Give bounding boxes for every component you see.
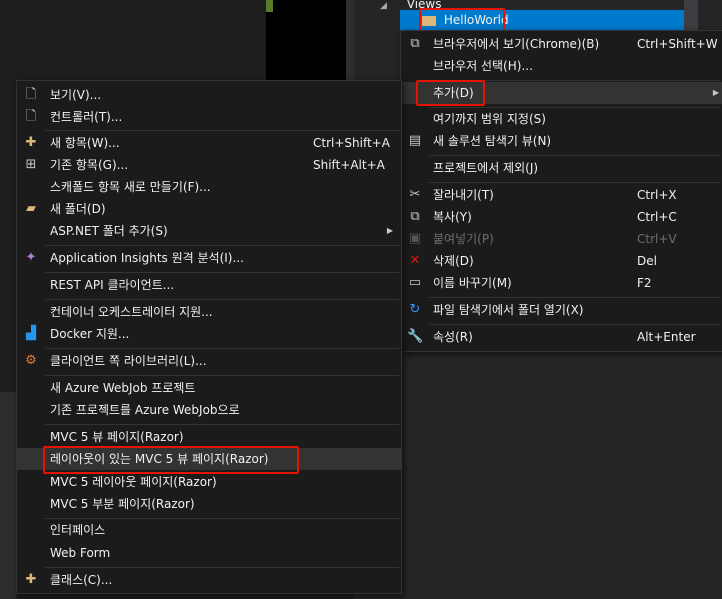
folder-icon xyxy=(422,15,436,26)
submenu-item-rest-api-client[interactable]: REST API 클라이언트... xyxy=(17,274,401,296)
editor-area xyxy=(0,0,266,80)
rename-icon: ▭ xyxy=(408,275,422,290)
submenu-item-view[interactable]: 🗋 보기(V)... xyxy=(17,84,401,106)
cut-icon: ✂ xyxy=(409,187,421,202)
submenu-item-application-insights[interactable]: ✦ Application Insights 원격 분석(I)... xyxy=(17,247,401,269)
menu-item-browse-with[interactable]: 브라우저 선택(H)... xyxy=(401,55,722,77)
separator xyxy=(429,155,721,156)
submenu-item-new-scaffolded-item[interactable]: 스캐폴드 항목 새로 만들기(F)... xyxy=(17,176,401,198)
submenu-item-docker-support[interactable]: ▟ Docker 지원... xyxy=(17,323,401,345)
class-icon: ✚ xyxy=(25,572,37,587)
refresh-icon: ↻ xyxy=(409,302,421,317)
new-item-icon: ✚ xyxy=(25,135,37,150)
docker-icon: ▟ xyxy=(26,326,36,341)
separator xyxy=(45,567,399,568)
submenu-item-controller[interactable]: 🗋 컨트롤러(T)... xyxy=(17,106,401,128)
tree-item-helloworld[interactable]: HelloWorld xyxy=(422,10,509,30)
submenu-item-mvc5-view-page-with-layout[interactable]: 레이아웃이 있는 MVC 5 뷰 페이지(Razor) xyxy=(17,448,401,470)
separator xyxy=(45,299,399,300)
menu-item-paste[interactable]: ▣ 붙여넣기(P) Ctrl+V xyxy=(401,228,722,250)
menu-item-open-in-file-explorer[interactable]: ↻ 파일 탐색기에서 폴더 열기(X) xyxy=(401,299,722,321)
output-panel-strip xyxy=(0,392,16,599)
menu-item-view-in-browser[interactable]: ⧉ 브라우저에서 보기(Chrome)(B) Ctrl+Shift+W xyxy=(401,33,722,55)
copy-icon: ⧉ xyxy=(410,209,420,224)
separator xyxy=(45,424,399,425)
submenu-arrow-icon: ▶ xyxy=(386,226,393,235)
separator xyxy=(45,348,399,349)
library-icon: ⚙ xyxy=(25,353,37,368)
add-submenu: 🗋 보기(V)... 🗋 컨트롤러(T)... ✚ 새 항목(W)... Ctr… xyxy=(16,80,402,594)
submenu-item-new-azure-webjob[interactable]: 새 Azure WebJob 프로젝트 xyxy=(17,377,401,399)
view-icon: 🗋 xyxy=(25,87,37,102)
submenu-item-client-side-library[interactable]: ⚙ 클라이언트 쪽 라이브러리(L)... xyxy=(17,350,401,372)
lightbulb-icon: ✦ xyxy=(25,250,37,265)
paste-icon: ▣ xyxy=(408,231,422,246)
wrench-icon: 🔧 xyxy=(407,329,424,344)
submenu-item-container-orchestrator[interactable]: 컨테이너 오케스트레이터 지원... xyxy=(17,301,401,323)
submenu-item-add-aspnet-folder[interactable]: ASP.NET 폴더 추가(S) ▶ xyxy=(17,220,401,242)
editor-minimap xyxy=(266,0,346,80)
menu-item-scope-to-this[interactable]: 여기까지 범위 지정(S) xyxy=(401,108,722,130)
menu-item-rename[interactable]: ▭ 이름 바꾸기(M) F2 xyxy=(401,272,722,294)
separator xyxy=(45,272,399,273)
submenu-item-existing-item[interactable]: ⊞ 기존 항목(G)... Shift+Alt+A xyxy=(17,154,401,176)
menu-item-delete[interactable]: ✕ 삭제(D) Del xyxy=(401,250,722,272)
explorer-scrollbar[interactable] xyxy=(684,0,698,30)
helloworld-label: HelloWorld xyxy=(443,13,509,27)
submenu-arrow-icon: ▶ xyxy=(712,88,719,97)
new-folder-icon: ▰ xyxy=(26,201,36,216)
submenu-item-mvc5-layout-page[interactable]: MVC 5 레이아웃 페이지(Razor) xyxy=(17,471,401,493)
menu-item-exclude-from-project[interactable]: 프로젝트에서 제외(J) xyxy=(401,157,722,179)
separator xyxy=(45,245,399,246)
menu-item-cut[interactable]: ✂ 잘라내기(T) Ctrl+X xyxy=(401,184,722,206)
submenu-item-web-form[interactable]: Web Form xyxy=(17,542,401,564)
submenu-item-mvc5-view-page[interactable]: MVC 5 뷰 페이지(Razor) xyxy=(17,426,401,448)
separator xyxy=(429,297,721,298)
menu-item-new-solution-explorer-view[interactable]: ▤ 새 솔루션 탐색기 뷰(N) xyxy=(401,130,722,152)
submenu-item-class[interactable]: ✚ 클래스(C)... xyxy=(17,569,401,591)
existing-item-icon: ⊞ xyxy=(25,157,37,172)
folder-context-menu: ⧉ 브라우저에서 보기(Chrome)(B) Ctrl+Shift+W 브라우저… xyxy=(400,30,722,352)
submenu-item-existing-as-azure-webjob[interactable]: 기존 프로젝트를 Azure WebJob으로 xyxy=(17,399,401,421)
separator xyxy=(45,375,399,376)
solution-explorer-icon: ▤ xyxy=(408,133,422,148)
menu-item-properties[interactable]: 🔧 속성(R) Alt+Enter xyxy=(401,326,722,348)
separator xyxy=(45,130,399,131)
separator xyxy=(429,182,721,183)
browser-view-icon: ⧉ xyxy=(410,36,420,51)
expand-arrow-icon: ◢ xyxy=(380,1,387,11)
submenu-item-new-item[interactable]: ✚ 새 항목(W)... Ctrl+Shift+A xyxy=(17,132,401,154)
separator xyxy=(429,324,721,325)
editor-scrollbar[interactable] xyxy=(346,0,354,80)
submenu-item-interface[interactable]: 인터페이스 xyxy=(17,519,401,541)
delete-icon: ✕ xyxy=(409,253,421,268)
controller-icon: 🗋 xyxy=(25,109,37,124)
separator xyxy=(429,80,721,81)
menu-item-add[interactable]: 추가(D) ▶ xyxy=(401,82,722,104)
menu-item-copy[interactable]: ⧉ 복사(Y) Ctrl+C xyxy=(401,206,722,228)
submenu-item-new-folder[interactable]: ▰ 새 폴더(D) xyxy=(17,198,401,220)
submenu-item-mvc5-partial-page[interactable]: MVC 5 부분 페이지(Razor) xyxy=(17,493,401,515)
